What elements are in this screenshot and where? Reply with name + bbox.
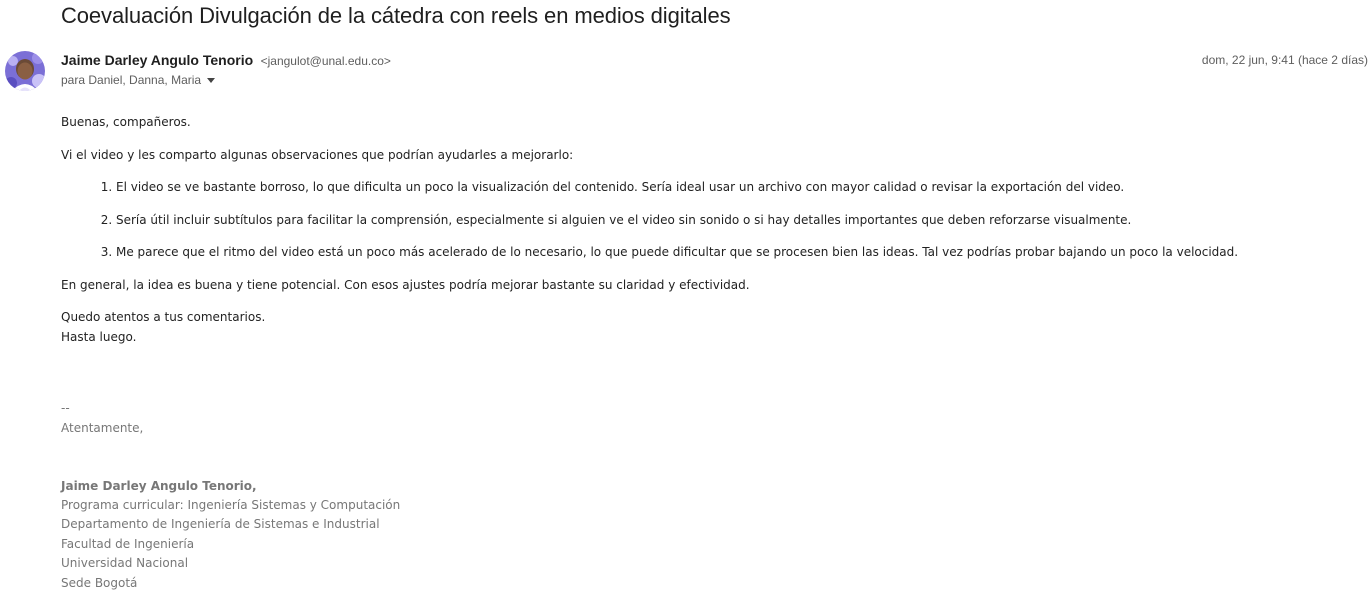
list-item: Me parece que el ritmo del video está un… <box>116 242 1361 262</box>
recipients-text: para Daniel, Danna, Maria <box>61 73 202 87</box>
signature-line: Programa curricular: Ingeniería Sistemas… <box>61 497 401 512</box>
observations-list: El video se ve bastante borroso, lo que … <box>61 177 1361 262</box>
email-date[interactable]: dom, 22 jun, 9:41 (hace 2 días) <box>1202 53 1368 67</box>
list-item: Sería útil incluir subtítulos para facil… <box>116 210 1361 230</box>
signature-line: Universidad Nacional <box>61 556 189 571</box>
signature-line: Facultad de Ingeniería <box>61 536 195 551</box>
signature-salutation: Atentamente, <box>61 420 144 435</box>
user-avatar-icon <box>5 51 45 91</box>
sender-email[interactable]: <jangulot@unal.edu.co> <box>261 54 391 68</box>
chevron-down-icon[interactable] <box>207 77 216 83</box>
signature-name: Jaime Darley Angulo Tenorio, <box>61 478 257 493</box>
summary-text: En general, la idea es buena y tiene pot… <box>61 277 750 292</box>
sender-line: Jaime Darley Angulo Tenorio <jangulot@un… <box>61 52 391 70</box>
closing-line: Hasta luego. <box>61 329 137 344</box>
email-body: Buenas, compañeros. Vi el video y les co… <box>61 112 1361 593</box>
list-item: El video se ve bastante borroso, lo que … <box>116 177 1361 197</box>
signature-line: Departamento de Ingeniería de Sistemas e… <box>61 517 380 532</box>
sender-name[interactable]: Jaime Darley Angulo Tenorio <box>61 52 253 68</box>
email-subject: Coevaluación Divulgación de la cátedra c… <box>61 3 731 28</box>
signature-line: Sede Bogotá <box>61 575 138 590</box>
intro-text: Vi el video y les comparto algunas obser… <box>61 148 574 162</box>
avatar[interactable] <box>5 51 45 91</box>
recipients-line: para Daniel, Danna, Maria <box>61 73 216 87</box>
signature-dash: -- <box>61 400 70 415</box>
closing-line: Quedo atentos a tus comentarios. <box>61 309 266 324</box>
greeting: Buenas, compañeros. <box>61 115 191 129</box>
